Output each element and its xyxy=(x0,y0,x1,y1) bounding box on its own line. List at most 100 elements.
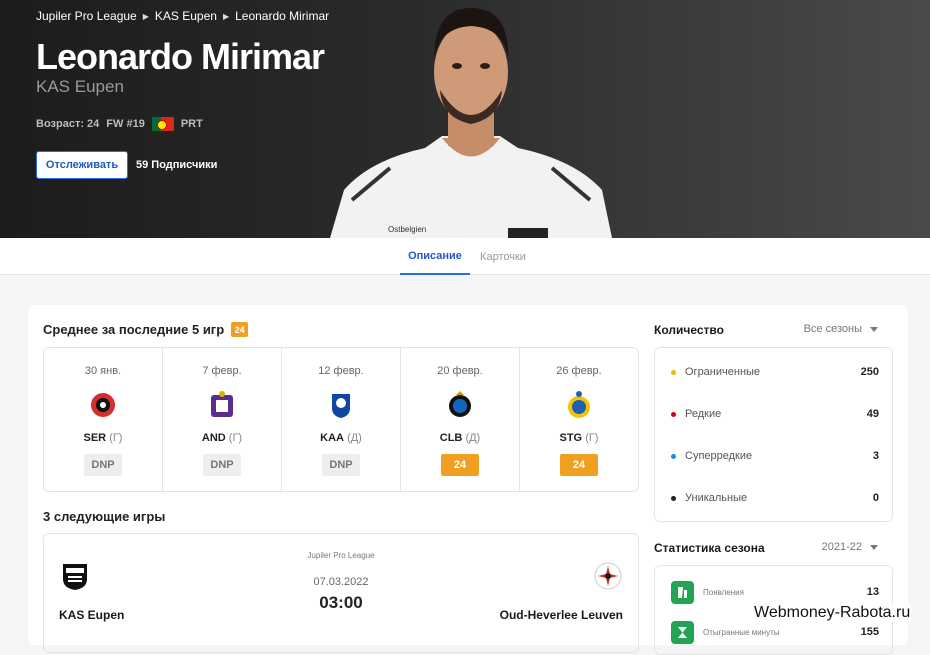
player-meta: Возраст: 24 FW #19 PRT xyxy=(36,117,203,131)
venue-label: (Д) xyxy=(465,432,481,444)
tab-description[interactable]: Описание xyxy=(400,238,470,275)
breadcrumb-club[interactable]: KAS Eupen xyxy=(155,9,217,23)
quantity-row-super-rare: Суперредкие 3 xyxy=(671,448,879,464)
union-logo-icon xyxy=(568,391,590,418)
watermark: Webmoney-Rabota.ru xyxy=(753,604,912,622)
player-header: Jupiler Pro League ▶ KAS Eupen ▶ Leonard… xyxy=(0,0,930,238)
game-opponent: CLB (Д) xyxy=(401,432,519,444)
unique-dot-icon xyxy=(671,495,676,501)
game-opponent: KAA (Д) xyxy=(282,432,400,444)
breadcrumb-player: Leonardo Mirimar xyxy=(235,9,330,23)
stat-label: Отыгранные минуты xyxy=(703,627,780,637)
game-date: 20 февр. xyxy=(437,365,483,377)
venue-label: (Г) xyxy=(228,432,243,444)
upcoming-title: 3 следующие игры xyxy=(43,509,166,524)
player-position: FW #19 xyxy=(106,118,145,130)
game-date: 26 февр. xyxy=(556,365,602,377)
quantity-label: Уникальные xyxy=(685,492,748,504)
svg-text:Ostbelgien: Ostbelgien xyxy=(388,225,426,234)
quantity-value: 3 xyxy=(872,450,879,462)
opponent-code: STG xyxy=(559,432,583,444)
game-card[interactable]: 7 февр. AND (Г) DNP xyxy=(163,348,282,491)
venue-label: (Д) xyxy=(347,432,362,444)
anderlecht-logo-icon xyxy=(211,391,233,417)
game-score: DNP xyxy=(84,454,122,476)
game-card[interactable]: 26 февр. STG (Г) 24 xyxy=(520,348,638,491)
followers-count: 59 Подписчики xyxy=(136,159,218,171)
opponent-code: KAA xyxy=(320,432,344,444)
game-card[interactable]: 30 янв. SER (Г) DNP xyxy=(44,348,163,491)
game-date: 7 февр. xyxy=(202,365,242,377)
upcoming-date: 07.03.2022 xyxy=(313,576,369,588)
game-date: 30 янв. xyxy=(84,365,122,377)
super-rare-dot-icon xyxy=(671,453,676,459)
stat-row-minutes: Отыгранные минуты 155 xyxy=(671,620,879,644)
quantity-value: 49 xyxy=(866,408,879,420)
tab-cards[interactable]: Карточки xyxy=(474,238,532,275)
quantity-row-limited: Ограниченные 250 xyxy=(671,364,879,380)
rare-dot-icon xyxy=(671,411,676,417)
venue-label: (Г) xyxy=(109,432,123,444)
game-score: DNP xyxy=(203,454,241,476)
player-name: Leonardo Mirimar xyxy=(36,36,325,77)
season-select-value: 2021-22 xyxy=(821,541,862,553)
chevron-right-icon: ▶ xyxy=(222,11,230,21)
game-card[interactable]: 12 февр. KAA (Д) DNP xyxy=(282,348,401,491)
quantity-label: Ограниченные xyxy=(685,366,761,378)
player-photo: Ostbelgien xyxy=(330,8,612,238)
quantity-season-select[interactable]: Все сезоны xyxy=(804,323,878,335)
gent-logo-icon xyxy=(332,394,350,418)
upcoming-league: Jupiler Pro League xyxy=(307,551,375,560)
player-club[interactable]: KAS Eupen xyxy=(36,77,124,97)
stat-value: 13 xyxy=(866,586,879,598)
game-date: 12 февр. xyxy=(318,365,364,377)
quantity-label: Суперредкие xyxy=(685,450,753,462)
season-stats-header: Статистика сезона 2021-22 xyxy=(654,541,890,557)
player-age: Возраст: 24 xyxy=(36,118,100,130)
season-stats-title: Статистика сезона xyxy=(654,541,765,555)
chevron-right-icon: ▶ xyxy=(142,11,149,21)
game-score: DNP xyxy=(322,454,360,476)
upcoming-game-card[interactable]: Jupiler Pro League 07.03.2022 03:00 KAS … xyxy=(43,533,639,653)
quantity-row-unique: Уникальные 0 xyxy=(671,490,879,506)
limited-dot-icon xyxy=(671,369,676,375)
quantity-list: Ограниченные 250 Редкие 49 Суперредкие 3… xyxy=(654,347,893,522)
quantity-label: Редкие xyxy=(685,408,722,420)
opponent-code: CLB xyxy=(439,432,463,444)
appearances-icon xyxy=(671,580,694,604)
last5-header: Среднее за последние 5 игр 24 xyxy=(43,322,249,337)
game-opponent: AND (Г) xyxy=(163,432,281,444)
main-card: Среднее за последние 5 игр 24 30 янв. SE… xyxy=(28,305,908,655)
hourglass-icon xyxy=(671,620,694,644)
game-opponent: STG (Г) xyxy=(520,432,638,444)
game-opponent: SER (Г) xyxy=(44,432,162,444)
portugal-flag-icon xyxy=(151,117,174,131)
brugge-logo-icon xyxy=(449,391,471,417)
opponent-code: SER xyxy=(83,432,107,444)
upcoming-away-team[interactable]: Oud-Heverlee Leuven xyxy=(500,608,623,622)
last5-games: 30 янв. SER (Г) DNP 7 февр. AND (Г) DNP … xyxy=(43,347,639,492)
upcoming-home-team[interactable]: KAS Eupen xyxy=(59,608,124,622)
quantity-season-value: Все сезоны xyxy=(803,323,862,335)
chevron-down-icon xyxy=(870,544,878,550)
tab-bar: Описание Карточки xyxy=(0,238,930,275)
breadcrumb-league[interactable]: Jupiler Pro League xyxy=(36,9,137,23)
quantity-value: 250 xyxy=(860,366,879,378)
season-select[interactable]: 2021-22 xyxy=(822,541,878,553)
follow-button[interactable]: Отслеживать xyxy=(36,151,128,179)
last5-average-badge: 24 xyxy=(231,322,249,337)
game-card[interactable]: 20 февр. CLB (Д) 24 xyxy=(401,348,520,491)
breadcrumb: Jupiler Pro League ▶ KAS Eupen ▶ Leonard… xyxy=(36,9,329,23)
opponent-code: AND xyxy=(201,432,226,444)
quantity-value: 0 xyxy=(872,492,879,504)
stat-value: 155 xyxy=(860,626,879,638)
quantity-header: Количество Все сезоны xyxy=(654,323,890,339)
player-nationality: PRT xyxy=(180,118,203,130)
last5-title: Среднее за последние 5 игр xyxy=(43,322,225,337)
quantity-row-rare: Редкие 49 xyxy=(671,406,879,422)
game-score: 24 xyxy=(441,454,479,476)
quantity-title: Количество xyxy=(654,323,724,337)
stat-row-appearances: Появления 13 xyxy=(671,580,879,604)
chevron-down-icon xyxy=(870,326,878,332)
seraing-logo-icon xyxy=(91,393,115,417)
